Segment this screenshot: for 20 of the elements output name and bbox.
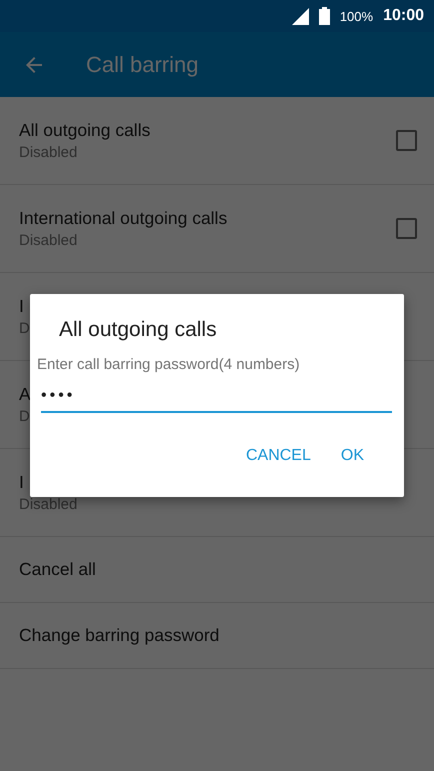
- dialog-title: All outgoing calls: [59, 318, 218, 342]
- clock: 10:00: [383, 7, 424, 25]
- setting-title: A: [19, 384, 31, 405]
- dialog-button[interactable]: CANCEL: [238, 441, 319, 471]
- checkbox[interactable]: [396, 130, 417, 151]
- setting-row[interactable]: Cancel all: [0, 537, 434, 603]
- dialog-message: Enter call barring password(4 numbers): [37, 356, 301, 373]
- screen-title: Call barring: [86, 52, 198, 78]
- setting-title: All outgoing calls: [19, 120, 150, 141]
- signal-icon: [292, 8, 309, 24]
- setting-row[interactable]: Change barring password: [0, 603, 434, 669]
- battery-percentage: 100%: [340, 8, 374, 24]
- dialog-button[interactable]: OK: [332, 441, 372, 471]
- setting-title: Change barring password: [19, 625, 220, 646]
- setting-title: I: [19, 472, 24, 493]
- setting-title: I: [19, 296, 24, 317]
- battery-icon: [318, 7, 330, 25]
- setting-title: Cancel all: [19, 559, 96, 580]
- checkbox[interactable]: [396, 218, 417, 239]
- setting-title: International outgoing calls: [19, 208, 228, 229]
